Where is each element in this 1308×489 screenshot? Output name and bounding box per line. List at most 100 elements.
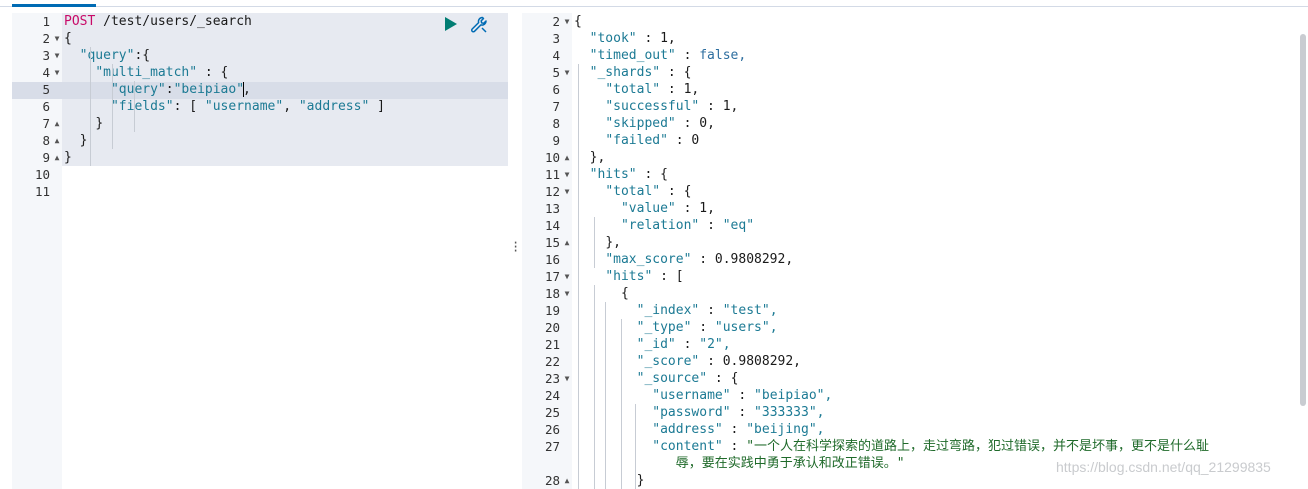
brace: } xyxy=(95,116,104,131)
run-request-button[interactable] xyxy=(445,17,457,31)
line-number: 22 xyxy=(544,354,560,369)
json-key: "hits" xyxy=(605,269,653,284)
punct: : xyxy=(707,371,731,386)
fold-toggle-icon[interactable]: ▼ xyxy=(562,64,572,81)
json-text: } xyxy=(636,473,645,488)
fold-toggle-icon[interactable]: ▲ xyxy=(562,234,572,251)
fold-toggle-icon[interactable]: ▼ xyxy=(562,166,572,183)
response-line[interactable]: 20 "_type" : "users", xyxy=(522,319,1304,336)
fold-toggle-icon[interactable]: ▲ xyxy=(562,149,572,166)
punct: : xyxy=(722,439,747,454)
fold-toggle-icon[interactable]: ▼ xyxy=(562,370,572,387)
json-key: "query" xyxy=(110,82,166,97)
response-line[interactable]: 9 "failed" : 0 xyxy=(522,132,1304,149)
request-line[interactable]: 11 xyxy=(12,183,508,200)
code-text: { xyxy=(574,13,582,30)
json-key: "address" xyxy=(652,422,723,437)
request-line[interactable]: 1 POST /test/users/_search xyxy=(12,13,508,30)
pane-resize-handle[interactable]: · · · xyxy=(512,237,519,257)
line-number: 4 xyxy=(42,65,50,80)
response-viewer[interactable]: 2 ▼{3 "took" : 1, 4 "timed_out" : false, 5 ▼… xyxy=(522,13,1304,489)
request-line[interactable]: 2 ▼{ xyxy=(12,30,508,47)
fold-toggle-icon[interactable]: ▼ xyxy=(562,13,572,30)
response-line[interactable]: 16 "max_score" : 0.9808292, xyxy=(522,251,1304,268)
fold-toggle-icon[interactable]: ▼ xyxy=(562,183,572,200)
fold-toggle-icon[interactable]: ▲ xyxy=(52,149,62,166)
code-text: "_source" : { xyxy=(574,370,739,387)
json-key: "_shards" xyxy=(589,65,661,80)
punct: : xyxy=(722,422,747,437)
response-line[interactable]: 10 ▲ }, xyxy=(522,149,1304,166)
code-text: "query":{ xyxy=(64,47,150,64)
indent-guide xyxy=(90,47,91,166)
request-line[interactable]: 9 ▲} xyxy=(12,149,508,166)
code-text: "content" : "一个人在科学探索的道路上，走过弯路，犯过错误，并不是坏… xyxy=(574,438,1209,455)
punct: : xyxy=(699,354,723,369)
request-line[interactable]: 10 xyxy=(12,166,508,183)
response-line[interactable]: 8 "skipped" : 0, xyxy=(522,115,1304,132)
fold-toggle-icon[interactable]: ▲ xyxy=(52,132,62,149)
line-number: 4 xyxy=(552,48,560,63)
request-path: /test/users/_search xyxy=(95,14,252,29)
response-line[interactable]: 5 ▼ "_shards" : { xyxy=(522,64,1304,81)
response-scrollbar[interactable] xyxy=(1300,34,1306,406)
response-line[interactable]: 7 "successful" : 1, xyxy=(522,98,1304,115)
json-value: { xyxy=(660,167,668,182)
json-key: "total" xyxy=(605,184,661,199)
fold-toggle-icon[interactable]: ▲ xyxy=(52,115,62,132)
punct: : xyxy=(730,388,755,403)
response-line[interactable]: 23 ▼ "_source" : { xyxy=(522,370,1304,387)
line-number: 7 xyxy=(552,99,560,114)
wrench-settings-icon[interactable] xyxy=(470,16,488,34)
request-editor[interactable]: 1 POST /test/users/_search 2 ▼{3 ▼ "query":{… xyxy=(12,13,508,489)
punct: : xyxy=(675,116,700,131)
response-line[interactable]: 6 "total" : 1, xyxy=(522,81,1304,98)
brace: } xyxy=(64,150,72,165)
response-line[interactable]: 24 "username" : "beipiao", xyxy=(522,387,1304,404)
request-line[interactable]: 8 ▲ } xyxy=(12,132,508,149)
response-line[interactable]: 17 ▼ "hits" : [ xyxy=(522,268,1304,285)
fold-toggle-icon[interactable]: ▼ xyxy=(562,285,572,302)
line-number: 12 xyxy=(544,184,560,199)
code-text: { xyxy=(574,285,629,302)
request-line[interactable]: 3 ▼ "query":{ xyxy=(12,47,508,64)
response-line[interactable]: 15 ▲ }, xyxy=(522,234,1304,251)
response-line[interactable]: 25 "password" : "333333", xyxy=(522,404,1304,421)
response-line[interactable]: 2 ▼{ xyxy=(522,13,1304,30)
response-line[interactable]: 12 ▼ "total" : { xyxy=(522,183,1304,200)
fold-toggle-icon[interactable]: ▼ xyxy=(52,30,62,47)
response-line[interactable]: 3 "took" : 1, xyxy=(522,30,1304,47)
line-number: 20 xyxy=(544,320,560,335)
punct: : xyxy=(165,82,174,97)
response-line[interactable]: 11 ▼ "hits" : { xyxy=(522,166,1304,183)
code-text: } xyxy=(574,472,645,489)
response-line[interactable]: 14 "relation" : "eq" xyxy=(522,217,1304,234)
response-line[interactable]: 26 "address" : "beijing", xyxy=(522,421,1304,438)
request-line[interactable]: 6 "fields": [ "username", "address" ] xyxy=(12,98,508,115)
line-number: 8 xyxy=(552,116,560,131)
fold-toggle-icon[interactable]: ▼ xyxy=(52,47,62,64)
json-key: "total" xyxy=(605,82,661,97)
request-line[interactable]: 7 ▲ } xyxy=(12,115,508,132)
response-line[interactable]: 22 "_score" : 0.9808292, xyxy=(522,353,1304,370)
response-line[interactable]: 19 "_index" : "test", xyxy=(522,302,1304,319)
fold-toggle-icon[interactable]: ▲ xyxy=(562,472,572,489)
response-line[interactable]: 18 ▼ { xyxy=(522,285,1304,302)
json-value: { xyxy=(683,65,692,80)
punct: : xyxy=(691,252,715,267)
line-number: 6 xyxy=(42,99,50,114)
line-number: 8 xyxy=(42,133,50,148)
json-key: "took" xyxy=(589,31,637,46)
code-text: } xyxy=(64,149,72,166)
response-line[interactable]: 21 "_id" : "2", xyxy=(522,336,1304,353)
response-line[interactable]: 27 "content" : "一个人在科学探索的道路上，走过弯路，犯过错误，并… xyxy=(522,438,1304,455)
line-number: 21 xyxy=(544,337,560,352)
response-line[interactable]: 4 "timed_out" : false, xyxy=(522,47,1304,64)
request-line[interactable]: 4 ▼ "multi_match" : { xyxy=(12,64,508,81)
fold-toggle-icon[interactable]: ▼ xyxy=(52,64,62,81)
fold-toggle-icon[interactable]: ▼ xyxy=(562,268,572,285)
json-value: "333333", xyxy=(754,405,825,420)
json-key: "_type" xyxy=(636,320,692,335)
request-line[interactable]: 5 "query":"beipiao", xyxy=(12,81,508,98)
response-line[interactable]: 13 "value" : 1, xyxy=(522,200,1304,217)
